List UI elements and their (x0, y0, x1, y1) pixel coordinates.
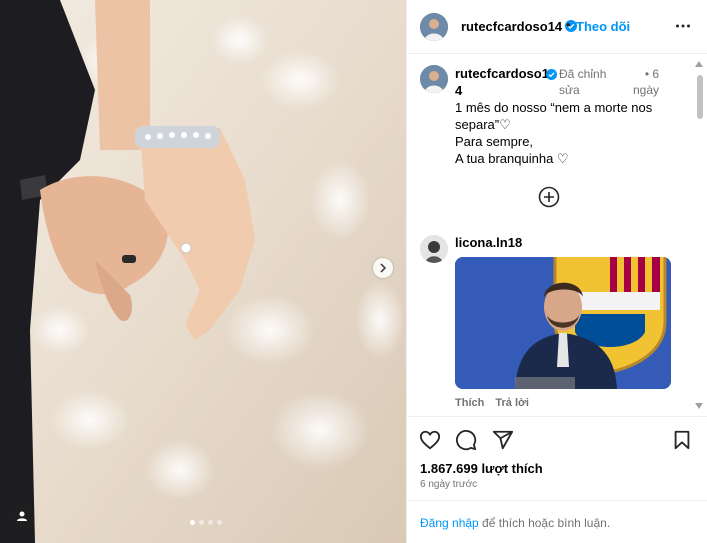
comment-gif[interactable] (455, 257, 671, 389)
separator-dot: • (566, 17, 571, 32)
carousel-dot (190, 520, 195, 525)
more-horizontal-icon (676, 24, 690, 28)
login-prompt: Đăng nhập để thích hoặc bình luận. (420, 516, 610, 530)
carousel-dot (217, 520, 222, 525)
post-photo[interactable] (0, 0, 406, 543)
carousel-dot (199, 520, 204, 525)
login-prompt-bar: Đăng nhập để thích hoặc bình luận. (407, 500, 707, 543)
post-username[interactable]: rutecfcardoso14 (461, 19, 578, 34)
post-actions-bar (407, 416, 707, 456)
carousel-indicators (190, 520, 222, 525)
tagged-users-button[interactable] (10, 504, 34, 528)
comment-avatar[interactable] (420, 235, 448, 263)
share-button[interactable] (492, 429, 514, 456)
profile-picture (420, 65, 448, 93)
follow-button[interactable]: Theo dõi (576, 19, 630, 34)
next-image-button[interactable] (373, 258, 393, 278)
caption-line: 1 mês do nosso “nem a morte nos (455, 100, 653, 115)
edited-line: Đã chỉnh (559, 67, 607, 81)
profile-picture (420, 13, 448, 41)
caption-time[interactable]: • 6 ngày (633, 66, 659, 98)
wedding-photo (0, 0, 406, 543)
bookmark-icon (674, 430, 690, 450)
load-more-comments-button[interactable] (538, 186, 560, 213)
scroll-down-arrow-icon[interactable] (695, 403, 703, 409)
post-date[interactable]: 6 ngày trước (420, 479, 477, 490)
login-prompt-text: để thích hoặc bình luận. (478, 516, 611, 530)
post-side-panel: rutecfcardoso14 • Theo dõi rutecfcardoso… (406, 0, 707, 543)
like-button[interactable] (419, 429, 441, 456)
user-icon (17, 511, 27, 521)
comment-bubble-icon (455, 429, 477, 451)
caption-username-line[interactable]: rutecfcardoso1 (455, 65, 549, 82)
send-icon (492, 430, 514, 450)
reply-button[interactable]: Trả lời (495, 397, 529, 409)
caption-line: separa”♡ (455, 117, 511, 132)
scroll-up-arrow-icon[interactable] (695, 61, 703, 67)
more-options-button[interactable] (675, 18, 691, 39)
verified-badge-icon (546, 69, 557, 80)
username-text[interactable]: rutecfcardoso14 (461, 19, 562, 34)
caption-line: A tua branquinha ♡ (455, 151, 569, 166)
comment-button[interactable] (455, 429, 477, 456)
edited-line: sửa (559, 83, 580, 97)
post-header: rutecfcardoso14 • Theo dõi (407, 0, 707, 54)
plus-circle-icon (538, 186, 560, 208)
barcelona-press-gif (455, 257, 671, 389)
caption-line: Para sempre, (455, 134, 534, 149)
profile-picture (420, 235, 448, 263)
save-button[interactable] (671, 429, 693, 456)
chevron-right-icon (380, 263, 387, 273)
carousel-dot (208, 520, 213, 525)
heart-icon (419, 430, 441, 450)
time-line: • 6 (644, 67, 660, 81)
edited-label: Đã chỉnh sửa (559, 66, 619, 98)
caption-text: 1 mês do nosso “nem a morte nos separa”♡… (455, 99, 675, 167)
avatar[interactable] (420, 13, 448, 41)
comment-username[interactable]: licona.ln18 (455, 235, 522, 250)
time-line: ngày (633, 83, 660, 97)
scrollbar-thumb[interactable] (697, 75, 703, 119)
login-link[interactable]: Đăng nhập (420, 516, 479, 530)
caption-username[interactable]: rutecfcardoso1 4 (455, 65, 549, 99)
comments-section[interactable]: rutecfcardoso1 4 Đã chỉnh sửa • 6 ngày 1… (407, 55, 707, 415)
caption-avatar[interactable] (420, 65, 448, 93)
like-comment-button[interactable]: Thích (455, 397, 484, 409)
likes-count[interactable]: 1.867.699 lượt thích (420, 461, 543, 476)
caption-username-line[interactable]: 4 (455, 82, 545, 99)
comment-actions: Thích Trả lời (455, 397, 537, 409)
